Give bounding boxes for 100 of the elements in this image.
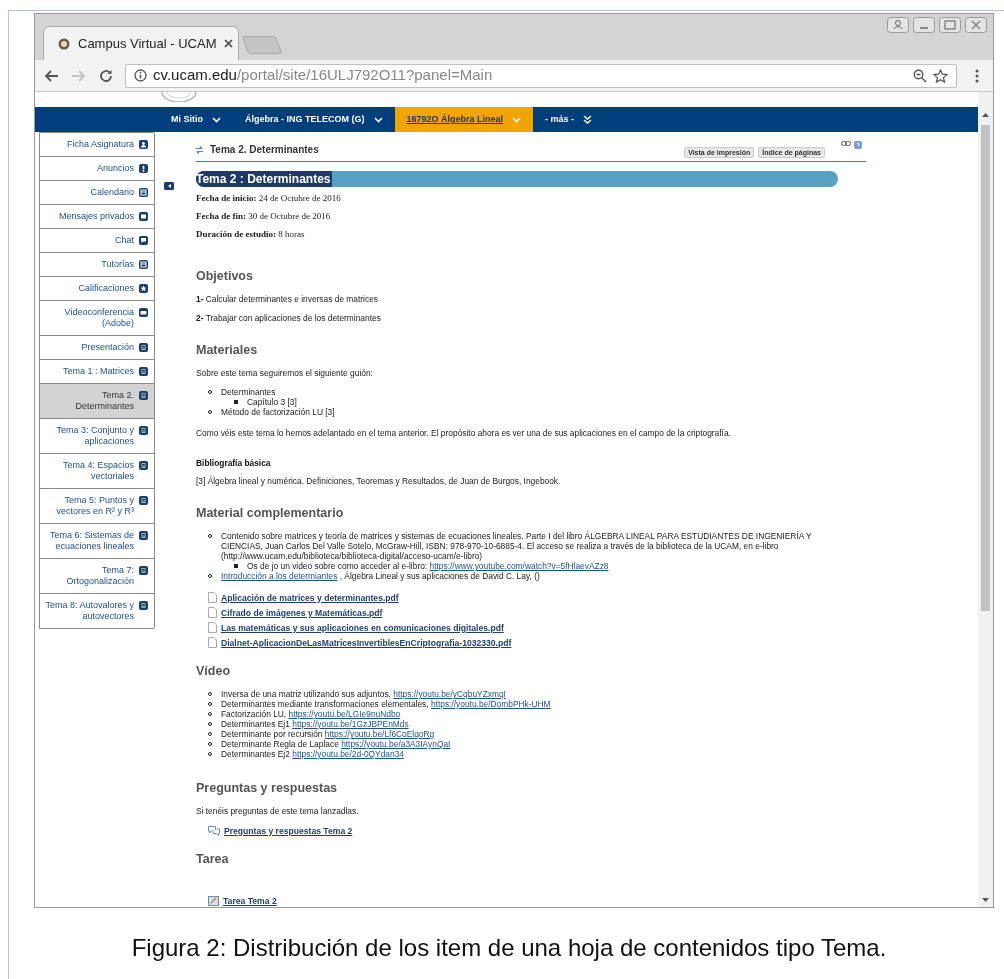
double-chevron-icon: [583, 115, 593, 124]
camera-icon: [139, 308, 148, 317]
list-item-text: Os de jo un video sobre como acceder al e-libro: https://www.youtube.com/watch?v=5fHlaevAZz8: [247, 561, 609, 571]
book-icon: [139, 343, 148, 352]
paragraph: Si tenéis preguntas de este tema lanzadlas.: [196, 806, 360, 816]
link[interactable]: Introducción a los determiantes: [221, 571, 338, 581]
section-heading: Material complementario: [196, 506, 345, 520]
reload-icon[interactable]: [99, 68, 113, 83]
list-item-text: Método de factorización LU [3]: [221, 407, 335, 417]
site-icon: [58, 37, 70, 50]
chevron-down-icon: [373, 116, 383, 123]
file-icon: [208, 622, 217, 633]
book-icon: [139, 601, 148, 610]
list-item-text: Determinantes: [221, 387, 276, 397]
book-icon: [139, 531, 148, 540]
list-item-text: Determinante Regla de Laplace https://youtu.be/a3A3IAynQaI: [221, 739, 451, 749]
list-item-text: Determinantes Ej1 https://youtu.be/1GzJBPEnMds: [221, 719, 409, 729]
calendar-icon: [139, 260, 148, 269]
link[interactable]: https://youtu.be/a3A3IAynQaI: [341, 739, 451, 749]
tab-title: Campus Virtual - UCAM: [78, 34, 217, 53]
banner-title: Tema 2 : Determinantes: [196, 171, 332, 187]
file-link[interactable]: Cifrado de imágenes y Matemáticas.pdf: [221, 607, 383, 618]
meta-line: Fecha de fin: 30 de Octubre de 2016: [196, 210, 332, 222]
section-heading: Objetivos: [196, 269, 254, 283]
minimize-icon[interactable]: [913, 17, 935, 33]
book-icon: [139, 461, 148, 470]
figure-caption: Figura 2: Distribución de los item de una hoja de contenidos tipo Tema.: [131, 933, 887, 963]
paragraph: Como véis este tema lo hemos adelantado en el tema anterior. El propósito ahora es ver una de sus aplicaciones en el campo de la criptografía.: [196, 428, 732, 438]
person-icon: [139, 140, 148, 149]
url-text: cv.ucam.edu/portal/site/16ULJ792O11?panel=Main: [153, 65, 493, 86]
sidebar-item[interactable]: Ficha Asignatura: [40, 133, 154, 157]
chevron-down-icon: [212, 116, 221, 123]
chat-icon: [139, 236, 148, 245]
list-item-text: Capítulo 3 [3]: [247, 397, 297, 407]
nav-tab[interactable]: 16792O Álgebra Lineal: [394, 107, 534, 132]
scroll-down-icon[interactable]: [982, 898, 989, 903]
section-heading: Preguntas y respuestas: [196, 781, 339, 795]
speech-bubbles-icon: [208, 826, 220, 836]
book-icon: [139, 566, 148, 575]
bullet-icon: [234, 564, 238, 568]
file-link[interactable]: Aplicación de matrices y determinantes.pdf: [221, 592, 399, 603]
subheading: Bibliografía básica: [196, 458, 272, 468]
collapse-icon[interactable]: [164, 182, 174, 190]
mail-icon: [139, 212, 148, 221]
bullet-icon: [234, 400, 238, 404]
chevron-down-icon: [512, 116, 522, 123]
file-link[interactable]: Las matemáticas y sus aplicaciones en comunicaciones digitales.pdf: [221, 622, 504, 633]
section-heading: Tarea: [196, 852, 230, 866]
star-icon: [139, 284, 148, 293]
file-icon: [208, 637, 217, 648]
meta-line: Duración de estudio: 8 horas: [196, 228, 306, 240]
link-icon[interactable]: [841, 141, 851, 146]
book-icon: [139, 367, 148, 376]
book-icon: [139, 496, 148, 505]
link[interactable]: Preguntas y respuestas Tema 2: [224, 826, 353, 836]
file-link[interactable]: Dialnet-AplicacionDeLasMatricesInvertiblesEnCriptografia-1032330.pdf: [221, 637, 512, 648]
nav-tab[interactable]: Mi Sitio: [159, 107, 233, 132]
link[interactable]: https://youtu.be/2d-0QYdan34: [292, 749, 404, 759]
info-icon[interactable]: [134, 69, 147, 82]
link[interactable]: https://www.youtube.com/watch?v=5fHlaevAZz8: [429, 561, 609, 571]
list-item-text: Factorización LU, https://youtu.be/LGIe9nuNdbo: [221, 709, 401, 719]
file-icon: [208, 607, 217, 618]
scroll-thumb[interactable]: [981, 125, 990, 611]
scroll-up-icon[interactable]: [982, 112, 989, 117]
zoom-icon[interactable]: [913, 68, 927, 83]
paragraph: Sobre este tema seguiremos el siguiente guión:: [196, 368, 374, 378]
user-icon[interactable]: [887, 17, 909, 33]
exclamation-icon: [139, 164, 148, 173]
swap-icon: [196, 145, 203, 154]
link[interactable]: https://youtu.be/Lf6CoElqoRg: [324, 729, 435, 739]
scrollbar[interactable]: [978, 92, 993, 907]
star-icon[interactable]: [933, 68, 948, 83]
list-item-text: Contenido sobre matrices y teoría de matrices y sistemas de ecuaciones lineales. Parte I del libro ÁLGEBRA LINEAL PARA ESTUDIANTES DE INGENIERÍA Y CIENCIAS, Juan Carlos Del Valle Sotelo, McGraw-Hill, ISBN: 978-970-10-6885-4. El acceso se realiza a través de la biblioteca de la UCAM, en e-libro (http://www.ucam.edu/biblioteca/biblioteca-digital/acceso-ucam/e-libro): [221, 531, 813, 561]
close-icon[interactable]: [224, 39, 234, 48]
paragraph: 2- Trabajar con aplicaciones de los determinantes: [196, 313, 382, 323]
menu-icon[interactable]: [975, 68, 979, 83]
link[interactable]: https://youtu.be/yCqbuYZxmqI: [393, 689, 506, 699]
link[interactable]: https://youtu.be/1GzJBPEnMds: [292, 719, 409, 729]
list-item-text: Determinantes Ej2 https://youtu.be/2d-0QYdan34: [221, 749, 404, 759]
nav-tab[interactable]: - más -: [533, 107, 605, 132]
link[interactable]: https://youtu.be/DombPHk-UHM: [430, 699, 551, 709]
section-heading: Vídeo: [196, 664, 232, 678]
book-icon: [139, 391, 148, 400]
browser-tab[interactable]: Campus Virtual - UCAM: [43, 26, 239, 60]
tool-title: Tema 2. Determinantes: [210, 143, 319, 157]
edit-icon: [208, 896, 219, 906]
paragraph: [3] Álgebra lineal y numérica. Definiciones, Teoremas y Resultados, de Juan de Burgos, Ingebook.: [196, 476, 562, 486]
meta-line: Fecha de inicio: 24 de Octubre de 2016: [196, 192, 342, 204]
sidebar-item[interactable]: Tema 2. Determinantes: [40, 384, 154, 419]
list-item-text: Introducción a los determiantes , Álgebra Lineal y sus aplicaciones de David C. Lay, (): [221, 571, 540, 581]
book-icon: [139, 426, 148, 435]
calendar-icon: [139, 188, 148, 197]
list-item-text: Determinante por recursión https://youtu.be/Lf6CoElqoRg: [221, 729, 435, 739]
link[interactable]: https://youtu.be/LGIe9nuNdbo: [288, 709, 401, 719]
list-item-text: Determinantes mediante transformaciones elementales, https://youtu.be/DombPHk-UHM: [221, 699, 551, 709]
link[interactable]: Tarea Tema 2: [223, 896, 277, 906]
section-heading: Materiales: [196, 343, 259, 357]
nav-tab[interactable]: Álgebra - ING TELECOM (G): [233, 107, 395, 132]
address-field[interactable]: cv.ucam.edu/portal/site/16ULJ792O11?panel=Main: [125, 63, 957, 88]
back-icon[interactable]: [43, 68, 59, 83]
